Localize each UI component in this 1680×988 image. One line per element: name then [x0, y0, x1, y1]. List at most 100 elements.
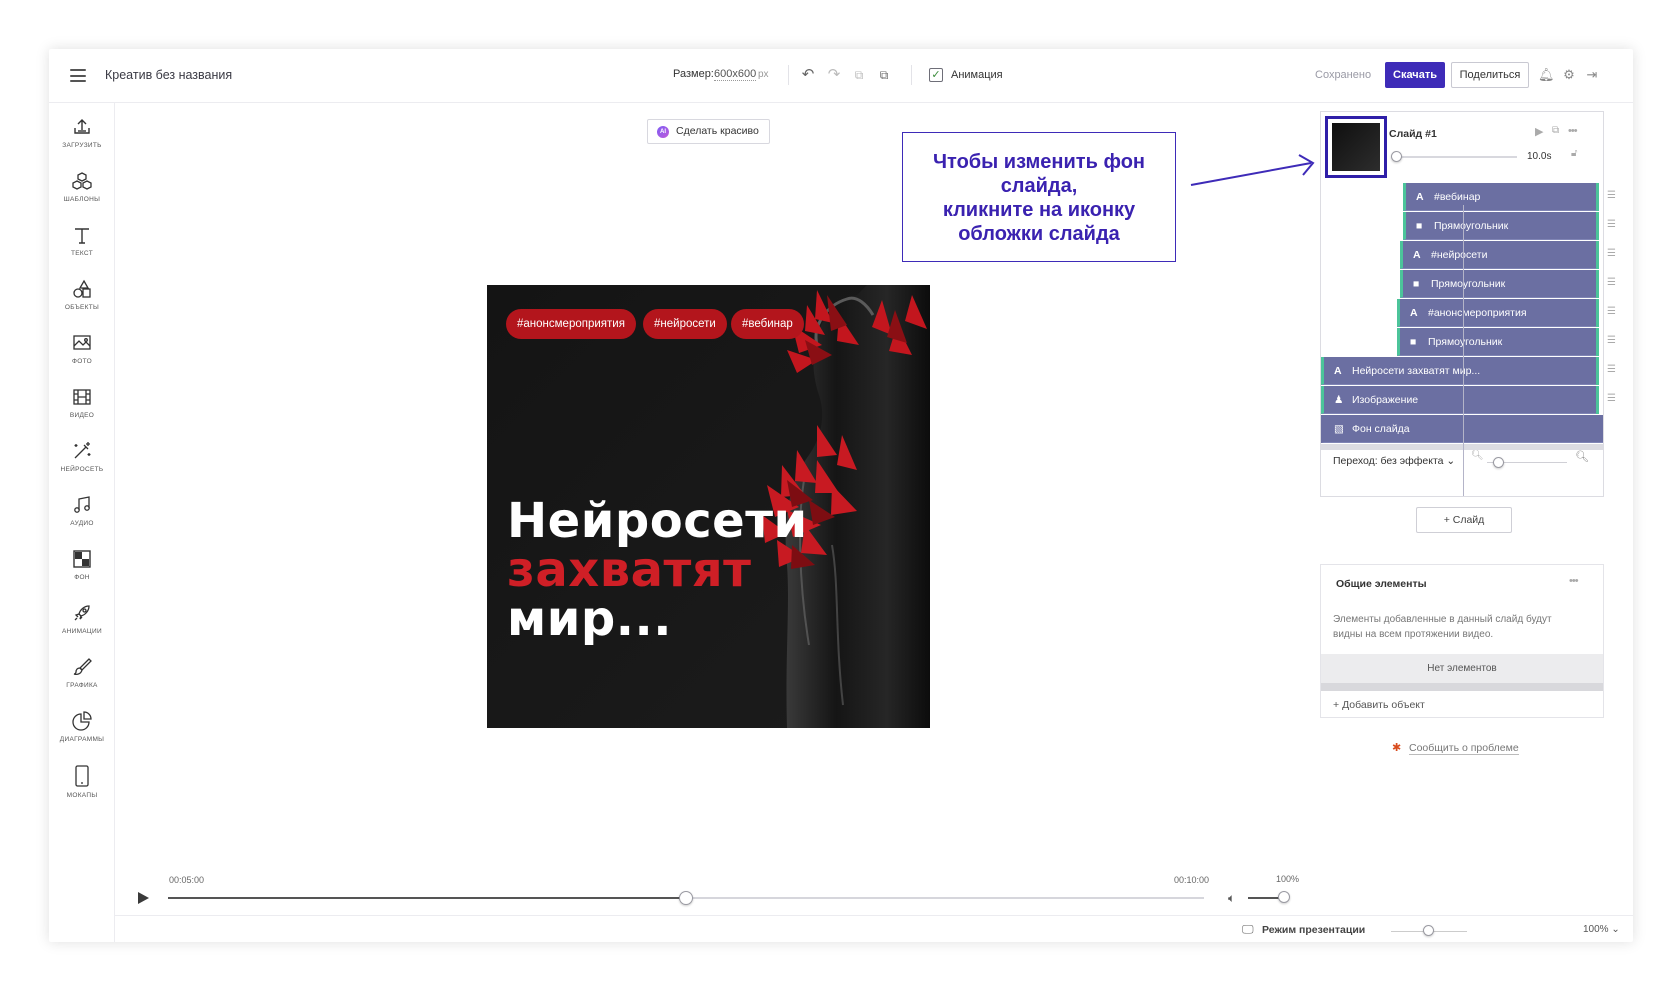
play-slide-icon[interactable]: ▶ [1535, 125, 1543, 138]
gear-icon[interactable]: ⚙ [1561, 67, 1577, 83]
zoom-out-icon[interactable]: 🔍︎ [1471, 450, 1484, 461]
drag-handle-icon[interactable]: ☰ [1607, 248, 1616, 259]
layer-row[interactable]: ■ Прямоугольник [1400, 270, 1599, 298]
rectangle-layer-icon: ■ [1413, 278, 1420, 290]
layer-row[interactable]: ■ Прямоугольник [1403, 212, 1599, 240]
layer-row[interactable]: ▧ Фон слайда [1321, 415, 1603, 443]
layer-end-handle[interactable] [1596, 299, 1599, 327]
sidebar-item-charts[interactable]: Диаграммы [49, 711, 115, 763]
layer-row[interactable]: A #вебинар [1403, 183, 1599, 211]
size-value[interactable]: 600x600 [714, 68, 757, 81]
hashtag-badge[interactable]: #анонсмероприятия [506, 309, 636, 339]
common-elements-title: Общие элементы [1336, 578, 1427, 590]
drag-handle-icon[interactable]: ☰ [1607, 277, 1616, 288]
animation-checkbox[interactable]: ✓ [929, 68, 943, 82]
music-icon [74, 496, 90, 513]
add-object-button[interactable]: + Добавить объект [1333, 699, 1425, 711]
layer-end-handle[interactable] [1596, 357, 1599, 385]
layers-scroll-strip[interactable] [1321, 444, 1603, 450]
layer-end-handle[interactable] [1596, 183, 1599, 211]
duration-slider[interactable] [1395, 156, 1517, 158]
sidebar-item-label: Фон [74, 574, 90, 581]
common-elements-panel: Общие элементы ••• Элементы добавленные … [1320, 564, 1604, 718]
add-slide-button[interactable]: + Слайд [1416, 507, 1512, 533]
sidebar-item-label: Видео [69, 412, 95, 419]
sidebar-item-label: Объекты [64, 304, 100, 311]
zoom-in-icon[interactable]: 🔍︎ [1575, 450, 1589, 463]
headline-line-accent[interactable]: захватят [507, 546, 751, 594]
sidebar-item-audio[interactable]: Аудио [49, 495, 115, 547]
hamburger-menu-icon[interactable] [70, 69, 86, 82]
more-options-icon[interactable]: ••• [1568, 125, 1578, 137]
sidebar-item-label: Диаграммы [59, 736, 105, 743]
layer-end-handle[interactable] [1596, 270, 1599, 298]
logout-icon[interactable]: ⇥ [1584, 67, 1600, 83]
presentation-mode-label[interactable]: Режим презентации [1262, 924, 1365, 936]
sidebar-item-photo[interactable]: Фото [49, 333, 115, 385]
layers-playhead[interactable] [1463, 205, 1464, 496]
timeline-progress [168, 897, 686, 899]
duration-handle[interactable] [1391, 151, 1402, 162]
lock-icon[interactable]: 🔓︎ [1571, 148, 1577, 159]
transition-dropdown[interactable]: Переход: без эффекта ⌄ [1333, 455, 1455, 467]
layer-end-handle[interactable] [1596, 241, 1599, 269]
size-label: Размер: [673, 68, 714, 80]
undo-icon[interactable]: ↶ [799, 65, 817, 85]
sidebar-item-templates[interactable]: Шаблоны [49, 171, 115, 223]
more-options-icon[interactable]: ••• [1569, 575, 1579, 587]
paste-icon[interactable]: ⧉ [875, 65, 893, 85]
text-layer-icon: A [1416, 191, 1424, 203]
sidebar-item-video[interactable]: Видео [49, 387, 115, 439]
sidebar-item-graphics[interactable]: Графика [49, 657, 115, 709]
drag-handle-icon[interactable]: ☰ [1607, 306, 1616, 317]
sidebar-item-background[interactable]: Фон [49, 549, 115, 601]
slide-canvas[interactable]: #анонсмероприятия #нейросети #вебинар Не… [487, 285, 930, 728]
sidebar-item-text[interactable]: Текст [49, 225, 115, 277]
sidebar-item-neural[interactable]: Нейросеть [49, 441, 115, 493]
slide-duration[interactable]: 10.0s [1527, 151, 1551, 162]
sidebar-item-upload[interactable]: Загрузить [49, 117, 115, 169]
layer-end-handle[interactable] [1596, 386, 1599, 414]
sidebar-item-label: Загрузить [62, 142, 102, 149]
sidebar-item-animations[interactable]: Анимации [49, 603, 115, 655]
sidebar-item-objects[interactable]: Объекты [49, 279, 115, 331]
headline-line[interactable]: мир... [507, 595, 672, 643]
copy-icon[interactable]: ⧉ [850, 65, 868, 85]
download-button[interactable]: Скачать [1385, 62, 1445, 88]
slide-cover-thumbnail[interactable] [1325, 116, 1387, 178]
volume-icon[interactable]: 🔈︎ [1228, 891, 1235, 906]
timeline-handle[interactable] [679, 891, 693, 905]
zoom-value: 100% [1583, 924, 1609, 935]
redo-icon[interactable]: ↷ [825, 65, 843, 85]
hashtag-badge[interactable]: #нейросети [643, 309, 727, 339]
layer-row[interactable]: ■ Прямоугольник [1397, 328, 1599, 356]
hashtag-badge[interactable]: #вебинар [731, 309, 804, 339]
document-title[interactable]: Креатив без названия [105, 68, 232, 82]
drag-handle-icon[interactable]: ☰ [1607, 393, 1616, 404]
drag-handle-icon[interactable]: ☰ [1607, 335, 1616, 346]
layer-end-handle[interactable] [1596, 212, 1599, 240]
share-button[interactable]: Поделиться [1451, 62, 1529, 88]
drag-handle-icon[interactable]: ☰ [1607, 219, 1616, 230]
layer-end-handle[interactable] [1596, 328, 1599, 356]
timeline-zoom-handle[interactable] [1493, 457, 1504, 468]
layer-row[interactable]: A #анонсмероприятия [1397, 299, 1599, 327]
layer-label: Фон слайда [1352, 423, 1410, 435]
bell-icon[interactable]: 🔔︎ [1538, 67, 1555, 83]
sidebar-item-mockups[interactable]: Мокапы [49, 765, 115, 817]
slide-name[interactable]: Слайд #1 [1389, 128, 1437, 140]
presentation-icon[interactable]: 🖵 [1242, 922, 1254, 937]
layer-row[interactable]: A #нейросети [1400, 241, 1599, 269]
headline-line[interactable]: Нейросети [507, 497, 808, 545]
layer-row[interactable]: A Нейросети захватят мир... [1321, 357, 1599, 385]
layer-row[interactable]: ♟ Изображение [1321, 386, 1599, 414]
duplicate-icon[interactable]: ⧉ [1552, 125, 1559, 136]
beautify-button[interactable]: AI Сделать красиво [647, 119, 770, 144]
drag-handle-icon[interactable]: ☰ [1607, 190, 1616, 201]
report-problem-link[interactable]: Сообщить о проблеме [1409, 742, 1519, 755]
zoom-handle[interactable] [1423, 925, 1434, 936]
play-icon[interactable] [138, 892, 149, 904]
zoom-dropdown[interactable]: 100% ⌄ [1583, 924, 1620, 935]
volume-handle[interactable] [1278, 891, 1290, 903]
drag-handle-icon[interactable]: ☰ [1607, 364, 1616, 375]
